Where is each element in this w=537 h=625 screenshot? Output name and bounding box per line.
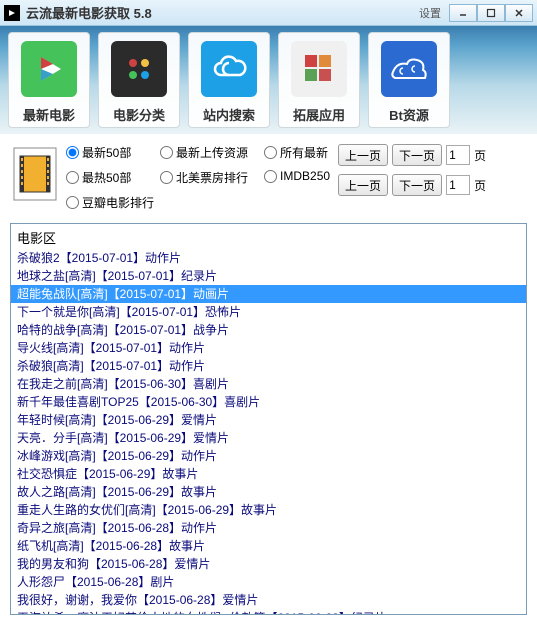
list-item[interactable]: 新千年最佳喜剧TOP25【2015-06-30】喜剧片: [11, 393, 526, 411]
prev-page-button-1[interactable]: 上一页: [338, 144, 388, 166]
window-title: 云流最新电影获取 5.8: [26, 3, 419, 22]
maximize-button[interactable]: [477, 4, 505, 22]
list-item[interactable]: 杀破狼2【2015-07-01】动作片: [11, 249, 526, 267]
list-item[interactable]: 人形怨尸【2015-06-28】剧片: [11, 573, 526, 591]
page-input-1[interactable]: [446, 145, 470, 165]
toolbtn-label: Bt资源: [389, 105, 429, 124]
list-item[interactable]: 天亮．分手[高清]【2015-06-29】爱情片: [11, 429, 526, 447]
cloud-swirl-icon: [381, 41, 437, 97]
next-page-button-2[interactable]: 下一页: [392, 174, 442, 196]
list-item[interactable]: 天海祐希．魔法王妃英伦大地的女性们─伦敦篇【2015-06-28】纪录片: [11, 609, 526, 615]
cloud-icon: [201, 41, 257, 97]
tiles-icon: [291, 41, 347, 97]
list-item[interactable]: 我很好，谢谢，我爱你【2015-06-28】爱情片: [11, 591, 526, 609]
toolbtn-bt-resources[interactable]: Bt资源: [368, 32, 450, 128]
page-suffix-2: 页: [474, 177, 486, 194]
list-item[interactable]: 纸飞机[高清]【2015-06-28】故事片: [11, 537, 526, 555]
list-item[interactable]: 重走人生路的女优们[高清]【2015-06-29】故事片: [11, 501, 526, 519]
list-item[interactable]: 哈特的战争[高清]【2015-07-01】战争片: [11, 321, 526, 339]
category-icon: [111, 41, 167, 97]
list-item[interactable]: 在我走之前[高清]【2015-06-30】喜剧片: [11, 375, 526, 393]
app-icon: [4, 5, 20, 21]
filter-hot50[interactable]: 最热50部: [66, 169, 154, 186]
filter-latest-upload[interactable]: 最新上传资源: [160, 144, 248, 161]
toolbtn-categories[interactable]: 电影分类: [98, 32, 180, 128]
list-item[interactable]: 年轻时候[高清]【2015-06-29】爱情片: [11, 411, 526, 429]
filter-col-2: 最新上传资源 北美票房排行: [160, 144, 248, 186]
list-item[interactable]: 冰峰游戏[高清]【2015-06-29】动作片: [11, 447, 526, 465]
toolbtn-label: 拓展应用: [293, 105, 345, 124]
filter-imdb250[interactable]: IMDB250: [264, 169, 330, 183]
toolbtn-extensions[interactable]: 拓展应用: [278, 32, 360, 128]
list-item[interactable]: 我的男友和狗【2015-06-28】爱情片: [11, 555, 526, 573]
list-item[interactable]: 超能兔战队[高清]【2015-07-01】动画片: [11, 285, 526, 303]
list-item[interactable]: 杀破狼[高清]【2015-07-01】动作片: [11, 357, 526, 375]
list-item[interactable]: 导火线[高清]【2015-07-01】动作片: [11, 339, 526, 357]
filter-na-boxoffice[interactable]: 北美票房排行: [160, 169, 248, 186]
settings-link[interactable]: 设置: [419, 5, 441, 21]
toolbtn-latest-movies[interactable]: 最新电影: [8, 32, 90, 128]
minimize-button[interactable]: [449, 4, 477, 22]
list-item[interactable]: 奇异之旅[高清]【2015-06-28】动作片: [11, 519, 526, 537]
filmstrip-icon: [10, 144, 60, 204]
list-item[interactable]: 故人之路[高清]【2015-06-29】故事片: [11, 483, 526, 501]
prev-page-button-2[interactable]: 上一页: [338, 174, 388, 196]
play-store-icon: [21, 41, 77, 97]
toolbtn-label: 站内搜索: [203, 105, 255, 124]
pagination: 上一页 下一页 页 上一页 下一页 页: [338, 144, 486, 196]
list-header: 电影区: [11, 226, 526, 249]
filter-all-latest[interactable]: 所有最新: [264, 144, 330, 161]
filter-latest50[interactable]: 最新50部: [66, 144, 154, 161]
filter-col-3: 所有最新 IMDB250: [264, 144, 330, 183]
list-item[interactable]: 地球之盐[高清]【2015-07-01】纪录片: [11, 267, 526, 285]
page-input-2[interactable]: [446, 175, 470, 195]
list-item[interactable]: 下一个就是你[高清]【2015-07-01】恐怖片: [11, 303, 526, 321]
toolbar: 最新电影 电影分类 站内搜索 拓展应用 Bt资源: [0, 26, 537, 134]
filter-col-1: 最新50部 最热50部 豆瓣电影排行: [66, 144, 154, 211]
page-suffix-1: 页: [474, 147, 486, 164]
list-item[interactable]: 社交恐惧症【2015-06-29】故事片: [11, 465, 526, 483]
title-bar: 云流最新电影获取 5.8 设置: [0, 0, 537, 26]
next-page-button-1[interactable]: 下一页: [392, 144, 442, 166]
toolbtn-search[interactable]: 站内搜索: [188, 32, 270, 128]
movie-list[interactable]: 电影区 杀破狼2【2015-07-01】动作片地球之盐[高清]【2015-07-…: [10, 223, 527, 615]
filter-douban[interactable]: 豆瓣电影排行: [66, 194, 154, 211]
close-button[interactable]: [505, 4, 533, 22]
toolbtn-label: 最新电影: [23, 105, 75, 124]
filter-row: 最新50部 最热50部 豆瓣电影排行 最新上传资源 北美票房排行 所有最新 IM…: [10, 140, 527, 217]
toolbtn-label: 电影分类: [113, 105, 165, 124]
